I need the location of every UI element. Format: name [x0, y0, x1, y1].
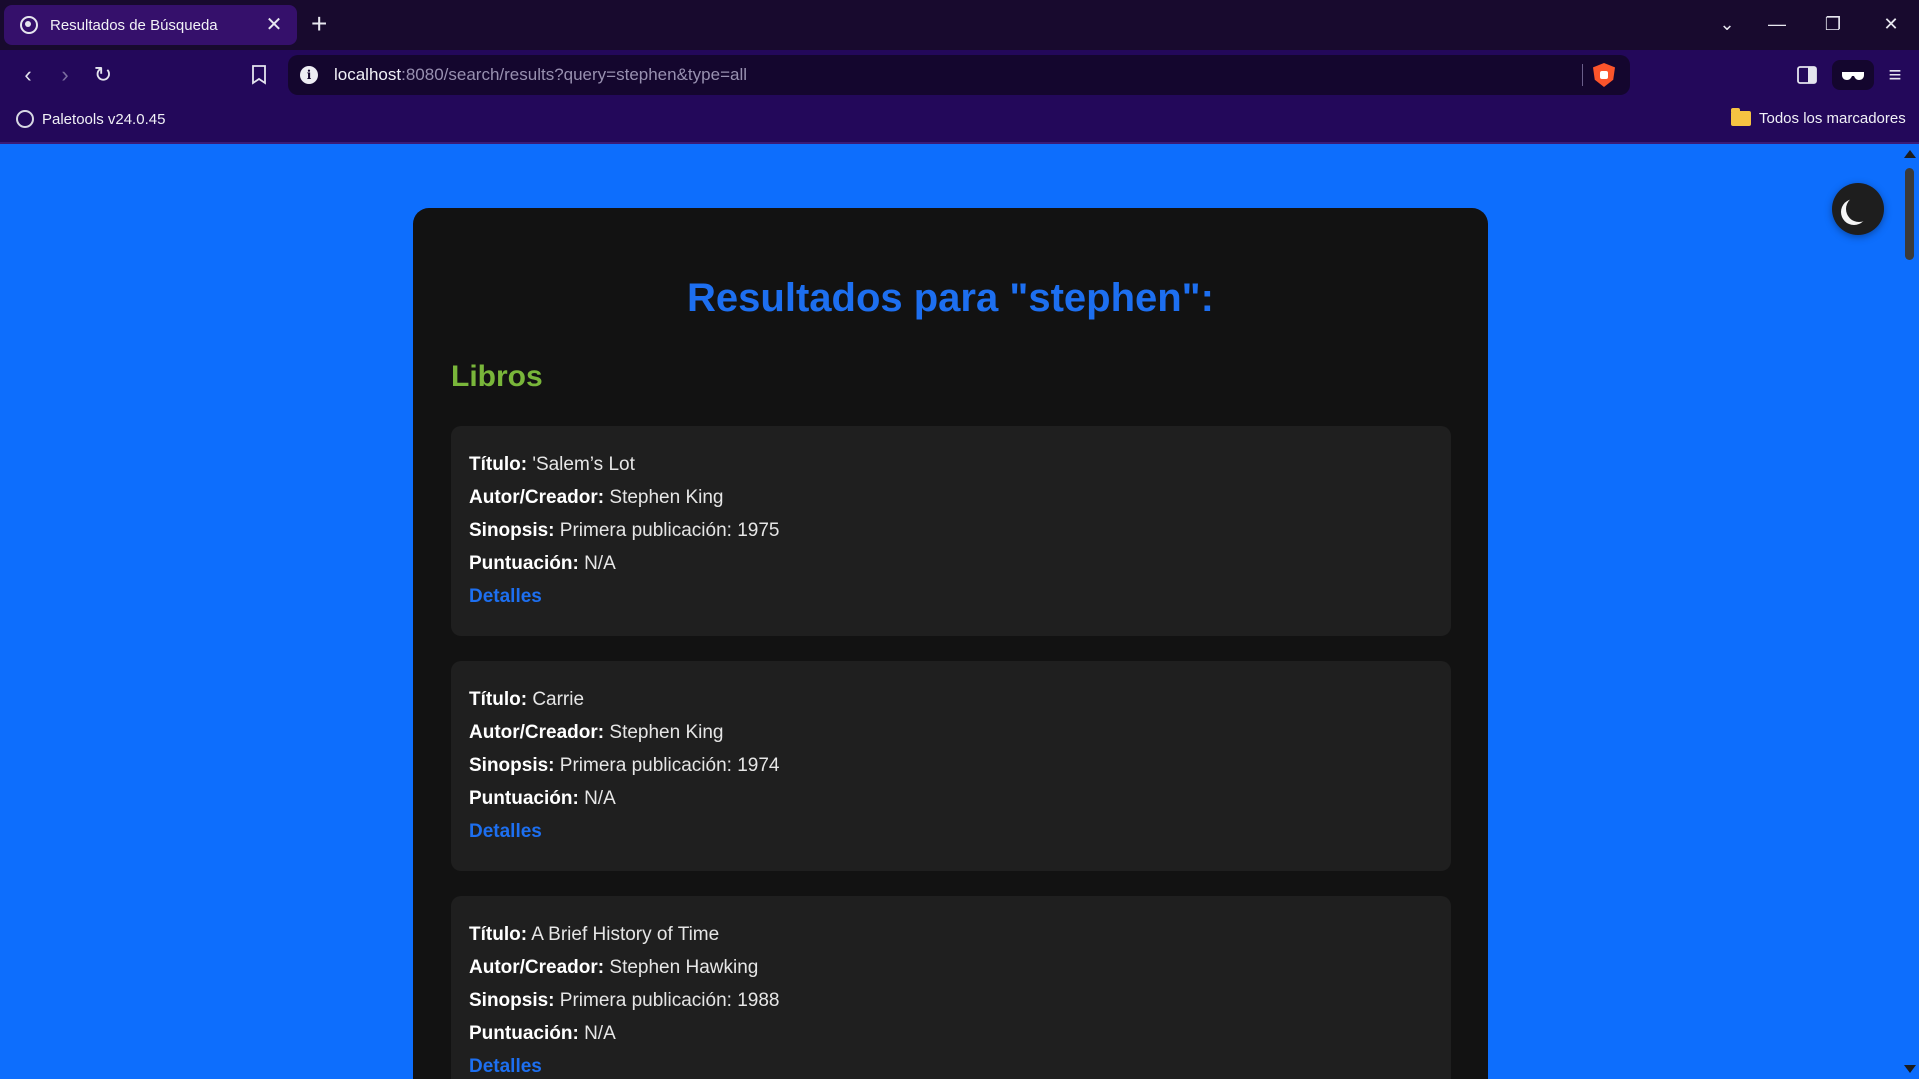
page-viewport: Resultados para "stephen": Libros Título…: [0, 144, 1900, 1079]
minimize-button[interactable]: —: [1762, 10, 1792, 38]
result-score-line: Puntuación: N/A: [469, 553, 616, 574]
result-synopsis-line: Sinopsis: Primera publicación: 1988: [469, 990, 780, 1011]
result-card: Título: A Brief History of Time Autor/Cr…: [451, 896, 1451, 1079]
scrollbar-thumb[interactable]: [1905, 168, 1914, 260]
active-tab[interactable]: Resultados de Búsqueda ✕: [4, 5, 297, 45]
bookmark-all-folder[interactable]: Todos los marcadores: [1731, 108, 1906, 127]
url-text[interactable]: localhost:8080/search/results?query=step…: [334, 65, 747, 85]
new-tab-button[interactable]: +: [311, 8, 327, 40]
browser-toolbar: ‹ › ↻ i localhost:8080/search/results?qu…: [0, 50, 1919, 100]
page-title: Resultados para "stephen":: [687, 276, 1214, 320]
close-tab-icon[interactable]: ✕: [263, 15, 285, 35]
result-title-line: Título: Carrie: [469, 689, 585, 710]
moon-icon: [1846, 196, 1872, 222]
scroll-up-arrow-icon[interactable]: [1904, 150, 1916, 158]
address-bar[interactable]: i localhost:8080/search/results?query=st…: [288, 55, 1630, 95]
result-author-line: Autor/Creador: Stephen Hawking: [469, 957, 759, 978]
results-panel: Resultados para "stephen": Libros Título…: [413, 208, 1488, 1079]
result-synopsis-line: Sinopsis: Primera publicación: 1974: [469, 755, 780, 776]
forward-button[interactable]: ›: [50, 60, 80, 90]
menu-icon[interactable]: ≡: [1880, 60, 1910, 90]
bookmark-label: Todos los marcadores: [1759, 110, 1906, 127]
restore-button[interactable]: ❐: [1818, 10, 1848, 38]
theme-toggle-button[interactable]: [1832, 183, 1884, 235]
bookmarks-bar: Paletools v24.0.45 Todos los marcadores: [0, 100, 1919, 144]
bookmark-label: Paletools v24.0.45: [42, 110, 166, 128]
scroll-down-arrow-icon[interactable]: [1904, 1065, 1916, 1073]
back-button[interactable]: ‹: [13, 60, 43, 90]
result-card: Título: Carrie Autor/Creador: Stephen Ki…: [451, 661, 1451, 871]
details-link[interactable]: Detalles: [469, 1050, 542, 1079]
brave-shield-icon[interactable]: [1593, 63, 1615, 87]
globe-icon: [20, 16, 38, 34]
bookmark-icon[interactable]: [244, 60, 274, 90]
result-title-line: Título: 'Salem’s Lot: [469, 454, 635, 475]
result-card: Título: 'Salem’s Lot Autor/Creador: Step…: [451, 426, 1451, 636]
section-title-books: Libros: [451, 360, 543, 393]
result-author-line: Autor/Creador: Stephen King: [469, 487, 724, 508]
result-score-line: Puntuación: N/A: [469, 788, 616, 809]
details-link[interactable]: Detalles: [469, 815, 542, 848]
browser-titlebar: Resultados de Búsqueda ✕ + ⌄ — ❐ ✕: [0, 0, 1919, 50]
result-synopsis-line: Sinopsis: Primera publicación: 1975: [469, 520, 780, 541]
reload-button[interactable]: ↻: [88, 60, 118, 90]
vpn-glasses-icon[interactable]: [1832, 60, 1874, 90]
result-score-line: Puntuación: N/A: [469, 1023, 616, 1044]
tab-title: Resultados de Búsqueda: [50, 16, 218, 34]
globe-icon: [16, 110, 34, 128]
result-title-line: Título: A Brief History of Time: [469, 924, 720, 945]
close-window-button[interactable]: ✕: [1876, 10, 1906, 38]
page-scrollbar[interactable]: [1900, 144, 1919, 1079]
bookmark-paletools[interactable]: Paletools v24.0.45: [16, 110, 165, 128]
folder-icon: [1731, 108, 1751, 126]
details-link[interactable]: Detalles: [469, 580, 542, 613]
site-info-icon[interactable]: i: [300, 66, 318, 84]
tab-search-chevron-icon[interactable]: ⌄: [1712, 10, 1742, 38]
result-author-line: Autor/Creador: Stephen King: [469, 722, 724, 743]
sidebar-toggle-icon[interactable]: [1792, 60, 1822, 90]
